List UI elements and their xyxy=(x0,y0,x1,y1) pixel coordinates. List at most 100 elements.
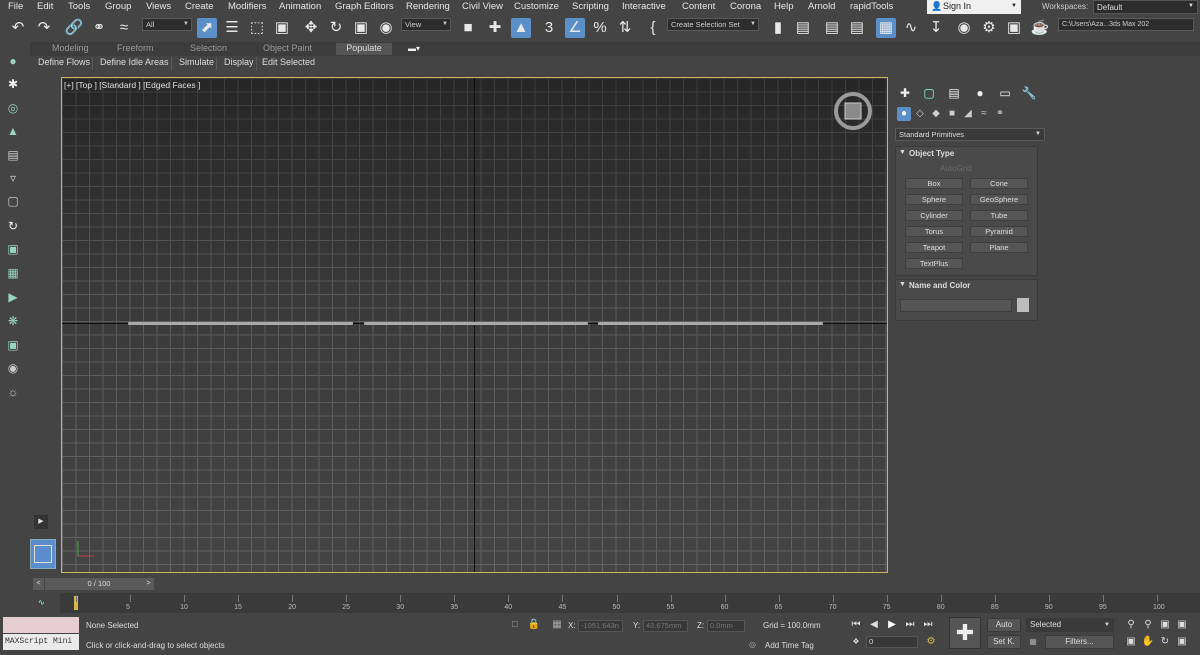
track-bar[interactable] xyxy=(60,593,1200,613)
keyboard-shortcut-override-icon[interactable]: ▲ xyxy=(511,18,531,38)
grid-icon[interactable]: ▦ xyxy=(5,265,21,281)
percent-snap-icon[interactable]: % xyxy=(590,18,610,38)
key-filters-button[interactable]: Filters... xyxy=(1045,635,1114,649)
material-editor-icon[interactable]: ◉ xyxy=(954,18,974,38)
shapes-icon[interactable]: ◇ xyxy=(913,107,927,121)
tube-button[interactable]: Tube xyxy=(970,210,1028,221)
zoom-all-icon[interactable]: ⚲ xyxy=(1141,618,1155,632)
rotate-view-icon[interactable]: ↻ xyxy=(5,218,21,234)
hierarchy-tab-icon[interactable]: ▤ xyxy=(945,84,963,102)
eye-icon[interactable]: ◉ xyxy=(5,360,21,376)
selection-filter-dropdown[interactable]: All ▼ xyxy=(142,18,192,31)
collapse-icon[interactable]: ▼ xyxy=(899,281,906,288)
simulate-button[interactable]: Simulate xyxy=(177,57,218,70)
rectangular-selection-icon[interactable]: ⬚ xyxy=(247,18,267,38)
populate-icon[interactable]: ▲ xyxy=(5,123,21,139)
menu-file[interactable]: File xyxy=(8,1,23,12)
scene-object-line[interactable] xyxy=(598,322,823,325)
menu-group[interactable]: Group xyxy=(105,1,131,12)
pin-icon[interactable]: ● xyxy=(5,53,21,69)
menu-graph-editors[interactable]: Graph Editors xyxy=(335,1,394,12)
particles-icon[interactable]: ❋ xyxy=(5,313,21,329)
render-production-icon[interactable]: ☕ xyxy=(1030,18,1050,38)
time-configuration-icon[interactable]: ⚙ xyxy=(924,635,938,649)
snaps-toggle-icon[interactable]: 3 xyxy=(539,18,559,38)
list-icon[interactable]: ▤ xyxy=(5,147,21,163)
workspace-dropdown[interactable]: Default ▼ xyxy=(1093,0,1198,14)
zoom-extents-icon[interactable]: ▣ xyxy=(1158,618,1172,632)
menu-animation[interactable]: Animation xyxy=(279,1,321,12)
set-key-button[interactable]: Set K. xyxy=(987,635,1021,649)
set-key-icon[interactable]: ✚ xyxy=(949,617,981,649)
utilities-tab-icon[interactable]: 🔧 xyxy=(1020,84,1038,102)
cameras-icon[interactable]: ■ xyxy=(945,107,959,121)
torus-button[interactable]: Torus xyxy=(905,226,963,237)
next-key-icon[interactable]: ⏭ xyxy=(903,618,917,632)
time-slider[interactable]: 0 / 100 xyxy=(45,578,153,590)
project-path-dropdown[interactable]: C:\Users\Aza...3ds Max 202 xyxy=(1058,18,1194,31)
reference-coordinate-dropdown[interactable]: View ▼ xyxy=(401,18,451,31)
motion-tab-icon[interactable]: ● xyxy=(971,84,989,102)
space-warps-icon[interactable]: ≈ xyxy=(977,107,991,121)
undo-icon[interactable]: ↶ xyxy=(8,18,28,38)
auto-key-button[interactable]: Auto xyxy=(987,618,1021,632)
helpers-icon[interactable]: ◢ xyxy=(961,107,975,121)
tab-selection[interactable]: Selection xyxy=(190,43,227,53)
place-icon[interactable]: ◉ xyxy=(376,18,396,38)
scene-explorer-icon[interactable]: ▤ xyxy=(822,18,842,38)
select-object-left-icon[interactable]: ▣ xyxy=(5,241,21,257)
expand-viewport-layouts-icon[interactable]: ▶ xyxy=(34,515,48,529)
mirror-icon[interactable]: ▮ xyxy=(768,18,788,38)
tab-modeling[interactable]: Modeling xyxy=(52,43,89,53)
maximize-viewport-icon[interactable]: ▣ xyxy=(1175,635,1189,649)
geosphere-button[interactable]: GeoSphere xyxy=(970,194,1028,205)
y-coordinate-field[interactable]: 43.675mm xyxy=(643,620,688,632)
sign-in-dropdown[interactable]: 👤 Sign In ▼ xyxy=(927,0,1021,14)
textplus-button[interactable]: TextPlus xyxy=(905,258,963,269)
align-icon[interactable]: ▤ xyxy=(793,18,813,38)
zoom-icon[interactable]: ⚲ xyxy=(1124,618,1138,632)
menu-interactive[interactable]: Interactive xyxy=(622,1,666,12)
key-mode-icon[interactable]: ❖ xyxy=(849,635,863,649)
viewcube-icon[interactable] xyxy=(833,91,873,131)
layer-explorer-icon[interactable]: ▤ xyxy=(847,18,867,38)
curve-editor-icon[interactable]: ∿ xyxy=(901,18,921,38)
menu-views[interactable]: Views xyxy=(146,1,171,12)
menu-arnold[interactable]: Arnold xyxy=(808,1,835,12)
tab-freeform[interactable]: Freeform xyxy=(117,43,154,53)
menu-tools[interactable]: Tools xyxy=(68,1,90,12)
menu-rapidtools[interactable]: rapidTools xyxy=(850,1,893,12)
next-frame-button[interactable]: > xyxy=(143,578,154,590)
toggle-ribbon-icon[interactable]: ▦ xyxy=(876,18,896,38)
scale-icon[interactable]: ▣ xyxy=(351,18,371,38)
sphere-button[interactable]: Sphere xyxy=(905,194,963,205)
angle-snap-icon[interactable]: ∠ xyxy=(565,18,585,38)
play-icon[interactable]: ▶ xyxy=(885,618,899,632)
select-object-icon[interactable]: ⬈ xyxy=(197,18,217,38)
tab-object-paint[interactable]: Object Paint xyxy=(263,43,312,53)
go-to-end-icon[interactable]: ⏭ xyxy=(921,618,935,632)
pyramid-button[interactable]: Pyramid xyxy=(970,226,1028,237)
unlink-icon[interactable]: ⚭ xyxy=(89,18,109,38)
ribbon-options-icon[interactable]: ▬▾ xyxy=(408,44,430,54)
layers-icon[interactable]: ◎ xyxy=(5,100,21,116)
menu-create[interactable]: Create xyxy=(185,1,214,12)
menu-rendering[interactable]: Rendering xyxy=(406,1,450,12)
light-icon[interactable]: ☼ xyxy=(5,384,21,400)
snap-icon[interactable]: ✱ xyxy=(5,76,21,92)
menu-civil-view[interactable]: Civil View xyxy=(462,1,503,12)
render-setup-icon[interactable]: ⚙ xyxy=(979,18,999,38)
spinner-snap-icon[interactable]: ⇅ xyxy=(615,18,635,38)
create-tab-icon[interactable]: ✚ xyxy=(896,84,914,102)
systems-icon[interactable]: ⚭ xyxy=(993,107,1007,121)
edit-named-selection-icon[interactable]: { xyxy=(643,18,663,38)
object-type-title[interactable]: Object Type xyxy=(909,149,954,158)
menu-modifiers[interactable]: Modifiers xyxy=(228,1,267,12)
plane-button[interactable]: Plane xyxy=(970,242,1028,253)
display-icon[interactable]: ▢ xyxy=(5,193,21,209)
named-selection-sets-dropdown[interactable]: Create Selection Set ▼ xyxy=(667,18,759,31)
field-of-view-icon[interactable]: ▣ xyxy=(1124,635,1138,649)
display-button[interactable]: Display xyxy=(222,57,257,70)
film-icon[interactable]: ▶ xyxy=(5,289,21,305)
teapot-button[interactable]: Teapot xyxy=(905,242,963,253)
